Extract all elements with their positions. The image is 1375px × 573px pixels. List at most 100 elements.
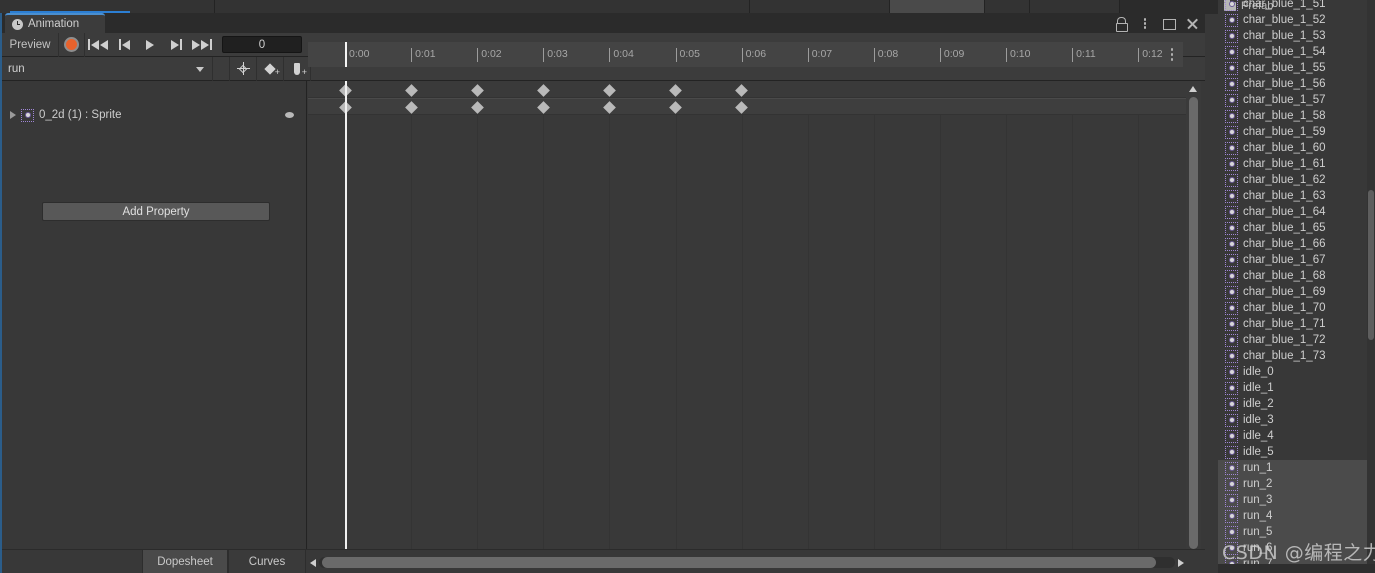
- chevron-down-icon: [196, 66, 204, 72]
- asset-list-item[interactable]: char_blue_1_65: [1218, 220, 1375, 236]
- ruler-tick: [939, 48, 941, 62]
- asset-list-item[interactable]: run_4: [1218, 508, 1375, 524]
- asset-list-item[interactable]: char_blue_1_69: [1218, 284, 1375, 300]
- asset-list-item[interactable]: char_blue_1_55: [1218, 60, 1375, 76]
- plus-icon: +: [274, 66, 280, 77]
- dopesheet-gridline: [675, 81, 677, 562]
- maximize-icon[interactable]: [1162, 17, 1176, 30]
- dopesheet-vertical-scrollbar[interactable]: [1186, 81, 1201, 573]
- scroll-right-arrow-icon[interactable]: [1178, 559, 1184, 567]
- asset-list-item[interactable]: idle_2: [1218, 396, 1375, 412]
- foldout-arrow-icon[interactable]: [10, 111, 16, 119]
- asset-list-item[interactable]: idle_5: [1218, 444, 1375, 460]
- property-keyframe-indicator-icon[interactable]: [285, 112, 294, 118]
- preview-button[interactable]: Preview: [2, 32, 59, 57]
- asset-list-item[interactable]: char_blue_1_54: [1218, 44, 1375, 60]
- asset-list-item[interactable]: char_blue_1_56: [1218, 76, 1375, 92]
- asset-list-item[interactable]: char_blue_1_66: [1218, 236, 1375, 252]
- ruler-tick: [741, 48, 743, 62]
- asset-scroll-thumb[interactable]: [1368, 190, 1374, 340]
- asset-list-item-label: char_blue_1_73: [1243, 350, 1326, 362]
- toolbar-spacer: [213, 56, 230, 81]
- last-frame-button[interactable]: [189, 33, 215, 57]
- ruler-tick-label: 0:12: [1142, 48, 1163, 60]
- asset-list-item[interactable]: char_blue_1_68: [1218, 268, 1375, 284]
- asset-list-item[interactable]: char_blue_1_59: [1218, 124, 1375, 140]
- dopesheet-row-summary[interactable]: [308, 81, 1188, 98]
- asset-list-item[interactable]: char_blue_1_73: [1218, 348, 1375, 364]
- add-keyframe-button[interactable]: [230, 56, 257, 81]
- asset-list-item[interactable]: idle_4: [1218, 428, 1375, 444]
- asset-list-item[interactable]: idle_3: [1218, 412, 1375, 428]
- clock-icon: [12, 18, 23, 30]
- asset-list-item[interactable]: char_blue_1_71: [1218, 316, 1375, 332]
- horizontal-scrollbar[interactable]: [308, 556, 1186, 571]
- lock-icon[interactable]: [1114, 17, 1128, 32]
- dopesheet-area[interactable]: [308, 81, 1188, 562]
- sprite-icon: [1225, 381, 1238, 395]
- asset-list-item-label: char_blue_1_55: [1243, 62, 1326, 74]
- asset-list-item[interactable]: char_blue_1_51: [1218, 0, 1375, 12]
- asset-list-item[interactable]: char_blue_1_57: [1218, 92, 1375, 108]
- frame-number-input[interactable]: 0: [222, 36, 302, 53]
- asset-list-item[interactable]: run_3: [1218, 492, 1375, 508]
- sprite-icon: [1225, 477, 1238, 491]
- clip-selector-dropdown[interactable]: run: [2, 56, 213, 81]
- sprite-icon: [1225, 333, 1238, 347]
- close-icon[interactable]: [1186, 17, 1199, 30]
- asset-list-item[interactable]: char_blue_1_58: [1218, 108, 1375, 124]
- asset-list-item[interactable]: run_1: [1218, 460, 1375, 476]
- tab-animation[interactable]: Animation: [5, 13, 105, 33]
- scroll-up-arrow-icon[interactable]: [1189, 86, 1197, 92]
- asset-list-item-label: char_blue_1_62: [1243, 174, 1326, 186]
- dopesheet-row-sprite[interactable]: [308, 98, 1188, 115]
- record-button[interactable]: [59, 32, 85, 57]
- sprite-icon: [1225, 493, 1238, 507]
- asset-list-item[interactable]: char_blue_1_61: [1218, 156, 1375, 172]
- ruler-tick-label: 0:00: [349, 48, 370, 60]
- asset-list-item[interactable]: char_blue_1_62: [1218, 172, 1375, 188]
- add-keyframe-plus-button[interactable]: +: [257, 56, 284, 81]
- add-property-button[interactable]: Add Property: [42, 202, 270, 221]
- asset-list-item[interactable]: char_blue_1_63: [1218, 188, 1375, 204]
- scroll-left-arrow-icon[interactable]: [310, 559, 316, 567]
- asset-list-item[interactable]: char_blue_1_67: [1218, 252, 1375, 268]
- asset-list-item[interactable]: char_blue_1_52: [1218, 12, 1375, 28]
- ruler-tick: [675, 48, 677, 62]
- tab-curves[interactable]: Curves: [228, 550, 306, 573]
- previous-frame-button[interactable]: [111, 33, 137, 57]
- sprite-icon: [1225, 269, 1238, 283]
- add-event-button[interactable]: +: [284, 56, 311, 81]
- ruler-tick: [1072, 48, 1074, 62]
- tab-dopesheet[interactable]: Dopesheet: [142, 550, 228, 573]
- kebab-menu-icon[interactable]: [1138, 17, 1151, 30]
- ruler-tick: [477, 48, 479, 62]
- timeline-ruler[interactable]: 0:00 0:01 0:02 0:03 0:04 0:05 0:06 0:07 0:08 0:09…: [308, 42, 1183, 67]
- horizontal-scroll-thumb[interactable]: [322, 557, 1156, 568]
- play-button[interactable]: [137, 33, 163, 57]
- sprite-icon: [1225, 173, 1238, 187]
- sprite-icon: [1225, 429, 1238, 443]
- asset-list-item[interactable]: run_2: [1218, 476, 1375, 492]
- playhead-ruler[interactable]: [345, 42, 347, 67]
- sprite-icon: [1225, 413, 1238, 427]
- asset-list-item[interactable]: char_blue_1_60: [1218, 140, 1375, 156]
- asset-list-item-label: idle_2: [1243, 398, 1274, 410]
- next-frame-button[interactable]: [163, 33, 189, 57]
- asset-list-scrollbar[interactable]: [1367, 0, 1375, 573]
- asset-list-item[interactable]: char_blue_1_70: [1218, 300, 1375, 316]
- ruler-options-icon[interactable]: [1165, 47, 1178, 62]
- asset-list-item[interactable]: idle_0: [1218, 364, 1375, 380]
- asset-list-item[interactable]: char_blue_1_64: [1218, 204, 1375, 220]
- vertical-scroll-thumb[interactable]: [1189, 97, 1198, 549]
- frame-number-value: 0: [258, 38, 266, 51]
- first-frame-button[interactable]: [85, 33, 111, 57]
- editor-top-strip: [0, 0, 1220, 14]
- project-asset-list[interactable]: Prefab char_blue_1_51 char_blue_1_52 char_…: [1218, 0, 1375, 573]
- asset-list-item[interactable]: char_blue_1_72: [1218, 332, 1375, 348]
- property-row[interactable]: 0_2d (1) : Sprite: [2, 104, 307, 126]
- asset-list-item[interactable]: char_blue_1_53: [1218, 28, 1375, 44]
- playhead-line[interactable]: [345, 81, 347, 562]
- asset-list-item[interactable]: idle_1: [1218, 380, 1375, 396]
- asset-list-item-label: char_blue_1_67: [1243, 254, 1326, 266]
